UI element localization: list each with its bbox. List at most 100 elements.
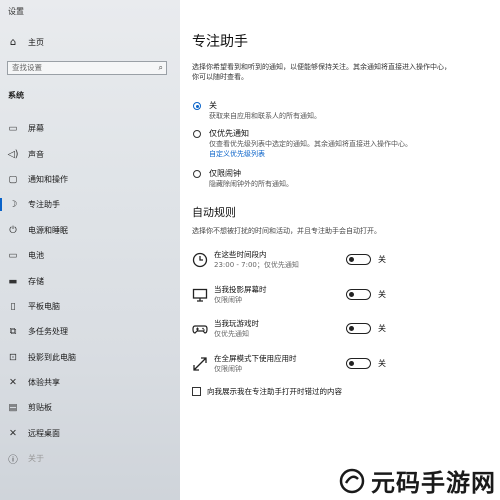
sidebar-item-tablet[interactable]: ▯ 平板电脑: [0, 294, 180, 319]
rule-subtitle: 仅限闹钟: [214, 296, 242, 304]
info-icon: ⓘ: [8, 454, 18, 466]
sidebar: 设置 ⌂ 主页 查找设置 ⌕ 系统 ▭ 屏幕 ◁) 声音 ▢ 通知和操作 ☽ 专…: [0, 0, 180, 500]
multitask-icon: ⧉: [9, 326, 17, 338]
radio-title: 关: [209, 101, 217, 110]
search-placeholder: 查找设置: [12, 63, 42, 72]
rule-subtitle: 仅限闹钟: [214, 365, 242, 373]
search-input[interactable]: 查找设置 ⌕: [7, 61, 167, 75]
sidebar-item-label: 通知和操作: [28, 174, 68, 184]
customize-priority-link[interactable]: 自定义优先级列表: [209, 149, 412, 159]
clipboard-icon: ▤: [8, 402, 18, 414]
radio-off[interactable]: 关 获取来自应用和联系人的所有通知。: [193, 100, 321, 121]
power-icon: ⏻: [9, 224, 17, 236]
toggle-knob: [349, 256, 354, 262]
toggle-state: 关: [378, 255, 386, 264]
battery-icon: ▭: [8, 250, 18, 262]
summary-checkbox-row[interactable]: 向我展示我在专注助手打开时错过的内容: [192, 386, 342, 397]
page-title: 专注助手: [192, 34, 248, 50]
summary-checkbox-label: 向我展示我在专注助手打开时错过的内容: [207, 387, 342, 396]
radio-subtitle: 隐藏除闹钟外的所有通知。: [209, 180, 293, 188]
toggle-knob: [349, 325, 354, 331]
sidebar-item-shared[interactable]: ✕ 体验共享: [0, 370, 180, 395]
sidebar-item-focus-assist[interactable]: ☽ 专注助手: [0, 192, 180, 217]
radio-alarms-only[interactable]: 仅限闹钟 隐藏除闹钟外的所有通知。: [193, 168, 293, 189]
sidebar-item-label: 远程桌面: [28, 428, 60, 438]
sidebar-item-label: 声音: [28, 149, 44, 159]
toggle-knob: [349, 360, 354, 366]
rule-subtitle: 仅优先通知: [214, 330, 249, 338]
rule-title: 在这些时间段内: [214, 250, 267, 259]
radio-priority-only[interactable]: 仅优先通知 仅查看优先级列表中选定的通知。其余通知将直接进入操作中心。 自定义优…: [193, 128, 412, 159]
gamepad-icon: [192, 325, 208, 334]
toggle-knob: [349, 291, 354, 297]
sidebar-item-battery[interactable]: ▭ 电池: [0, 243, 180, 268]
radio-subtitle: 仅查看优先级列表中选定的通知。其余通知将直接进入操作中心。: [209, 140, 412, 148]
radio-button[interactable]: [193, 102, 201, 110]
radio-button[interactable]: [193, 170, 201, 178]
monitor-icon: ▭: [8, 123, 18, 135]
page-description: 选择你希望看到和听到的通知，以便能够保持关注。其余通知将直接进入操作中心，你可以…: [192, 63, 451, 81]
toggle-state: 关: [378, 359, 386, 368]
sidebar-item-power[interactable]: ⏻ 电源和睡眠: [0, 218, 180, 243]
sidebar-item-label: 屏幕: [28, 124, 44, 134]
watermark-logo-icon: [339, 468, 365, 493]
rule-toggle[interactable]: [346, 289, 371, 300]
share-icon: ✕: [9, 377, 17, 389]
storage-icon: ▬: [8, 275, 18, 287]
rule-toggle[interactable]: [346, 358, 371, 369]
rule-toggle[interactable]: [346, 254, 371, 265]
sidebar-item-label: 电池: [28, 251, 44, 261]
sidebar-item-label: 多任务处理: [28, 327, 68, 337]
sidebar-item-about[interactable]: ⓘ 关于: [0, 446, 180, 471]
tablet-icon: ▯: [10, 300, 16, 312]
sidebar-section-label: 系统: [8, 91, 24, 100]
rule-projecting[interactable]: 当我投影屏幕时 仅限闹钟 关: [192, 284, 492, 310]
radio-title: 仅优先通知: [209, 129, 249, 138]
rule-subtitle: 23:00 - 7:00；仅优先通知: [214, 261, 299, 269]
clock-icon: [192, 252, 208, 268]
window-title: 设置: [8, 7, 24, 16]
sidebar-item-storage[interactable]: ▬ 存储: [0, 268, 180, 293]
watermark-text: 元码手游网: [371, 469, 496, 497]
sidebar-home[interactable]: ⌂ 主页: [6, 34, 44, 50]
sidebar-item-label: 剪贴板: [28, 403, 52, 413]
search-icon: ⌕: [158, 63, 163, 72]
sidebar-nav: ▭ 屏幕 ◁) 声音 ▢ 通知和操作 ☽ 专注助手 ⏻ 电源和睡眠 ▭ 电池 ▬…: [0, 116, 180, 471]
speaker-icon: ◁): [7, 148, 19, 160]
sidebar-item-screen[interactable]: ▭ 屏幕: [0, 116, 180, 141]
toggle-state: 关: [378, 324, 386, 333]
summary-checkbox[interactable]: [192, 387, 201, 396]
moon-icon: ☽: [8, 199, 18, 211]
sidebar-item-clipboard[interactable]: ▤ 剪贴板: [0, 395, 180, 420]
project-icon: ⊡: [9, 351, 17, 363]
sidebar-item-remote-desktop[interactable]: ✕ 远程桌面: [0, 421, 180, 446]
sidebar-item-multitasking[interactable]: ⧉ 多任务处理: [0, 319, 180, 344]
sidebar-item-label: 电源和睡眠: [28, 225, 68, 235]
rule-title: 当我玩游戏时: [214, 319, 259, 328]
sidebar-item-sound[interactable]: ◁) 声音: [0, 141, 180, 166]
sidebar-item-label: 专注助手: [28, 200, 60, 210]
sidebar-item-label: 关于: [28, 454, 44, 464]
rule-toggle[interactable]: [346, 323, 371, 334]
toggle-state: 关: [378, 290, 386, 299]
radio-title: 仅限闹钟: [209, 169, 241, 178]
sidebar-item-label: 存储: [28, 276, 44, 286]
sidebar-item-label: 体验共享: [28, 378, 60, 388]
radio-button[interactable]: [193, 130, 201, 138]
radio-subtitle: 获取来自应用和联系人的所有通知。: [209, 112, 321, 120]
sidebar-item-project[interactable]: ⊡ 投影到此电脑: [0, 345, 180, 370]
notification-icon: ▢: [8, 173, 18, 185]
watermark: 元码手游网: [339, 463, 496, 498]
automatic-rules-heading: 自动规则: [192, 206, 236, 219]
rule-fullscreen[interactable]: 在全屏模式下使用应用时 仅限闹钟 关: [192, 353, 492, 379]
sidebar-item-notifications[interactable]: ▢ 通知和操作: [0, 167, 180, 192]
rule-gaming[interactable]: 当我玩游戏时 仅优先通知 关: [192, 318, 492, 344]
rule-time-period[interactable]: 在这些时间段内 23:00 - 7:00；仅优先通知 关: [192, 249, 492, 275]
sidebar-home-label: 主页: [28, 37, 44, 47]
rule-title: 在全屏模式下使用应用时: [214, 354, 297, 363]
fullscreen-icon: [193, 357, 207, 371]
sidebar-item-label: 平板电脑: [28, 301, 60, 311]
remote-icon: ✕: [9, 427, 17, 439]
home-icon: ⌂: [9, 36, 17, 48]
main-panel: 专注助手 选择你希望看到和听到的通知，以便能够保持关注。其余通知将直接进入操作中…: [180, 0, 500, 500]
